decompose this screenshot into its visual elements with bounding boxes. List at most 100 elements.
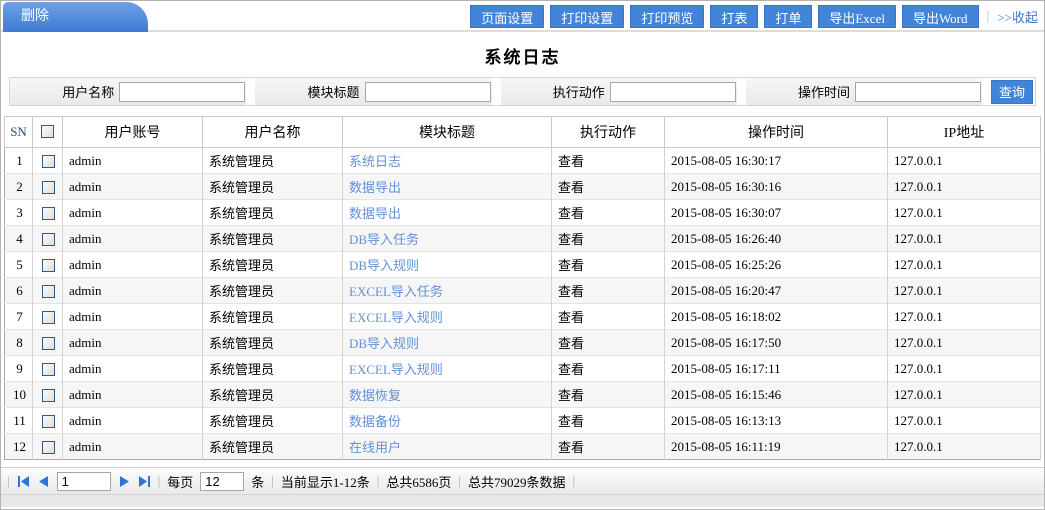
- column-header-account: 用户账号: [63, 117, 203, 148]
- page-setup-button[interactable]: 页面设置: [470, 5, 544, 28]
- row-ip: 127.0.0.1: [888, 408, 1041, 434]
- table-row: 11 admin 系统管理员 数据备份 查看 2015-08-05 16:13:…: [5, 408, 1041, 434]
- row-action: 查看: [552, 174, 665, 200]
- row-account: admin: [63, 434, 203, 460]
- row-sn: 12: [5, 434, 33, 460]
- pager-divider: |: [158, 473, 161, 489]
- row-sn: 5: [5, 252, 33, 278]
- row-ip: 127.0.0.1: [888, 356, 1041, 382]
- print-sheet-button[interactable]: 打单: [764, 5, 812, 28]
- row-select-cell: [33, 382, 63, 408]
- row-module-link[interactable]: EXCEL导入任务: [349, 284, 443, 299]
- row-module-link[interactable]: DB导入任务: [349, 232, 419, 247]
- row-module-link[interactable]: 数据导出: [349, 180, 401, 195]
- row-name: 系统管理员: [203, 408, 343, 434]
- row-ip: 127.0.0.1: [888, 252, 1041, 278]
- row-module-cell: 数据恢复: [343, 382, 552, 408]
- per-page-unit: 条: [251, 472, 264, 491]
- row-account: admin: [63, 226, 203, 252]
- pager-divider: |: [7, 473, 10, 489]
- print-setup-button[interactable]: 打印设置: [550, 5, 624, 28]
- select-all-header: [33, 117, 63, 148]
- next-page-icon[interactable]: [118, 475, 131, 488]
- time-filter-label: 操作时间: [798, 82, 855, 101]
- page-number-input[interactable]: [57, 472, 111, 491]
- search-button[interactable]: 查询: [991, 80, 1033, 104]
- row-module-cell: 数据导出: [343, 174, 552, 200]
- per-page-input[interactable]: [200, 472, 244, 491]
- table-row: 12 admin 系统管理员 在线用户 查看 2015-08-05 16:11:…: [5, 434, 1041, 460]
- toolbar-divider: |: [987, 9, 990, 25]
- row-module-link[interactable]: DB导入规则: [349, 336, 419, 351]
- row-action: 查看: [552, 252, 665, 278]
- row-checkbox[interactable]: [42, 233, 55, 246]
- column-header-action: 执行动作: [552, 117, 665, 148]
- row-ip: 127.0.0.1: [888, 174, 1041, 200]
- row-module-link[interactable]: 数据导出: [349, 206, 401, 221]
- current-range-text: 当前显示1-12条: [281, 472, 370, 491]
- row-module-link[interactable]: 数据恢复: [349, 388, 401, 403]
- row-module-cell: 在线用户: [343, 434, 552, 460]
- row-checkbox[interactable]: [42, 155, 55, 168]
- row-account: admin: [63, 356, 203, 382]
- collapse-link[interactable]: >>收起: [997, 7, 1038, 26]
- row-select-cell: [33, 408, 63, 434]
- row-select-cell: [33, 330, 63, 356]
- row-checkbox[interactable]: [42, 285, 55, 298]
- delete-tab-label: 删除: [21, 9, 49, 24]
- table-row: 9 admin 系统管理员 EXCEL导入规则 查看 2015-08-05 16…: [5, 356, 1041, 382]
- row-sn: 11: [5, 408, 33, 434]
- row-module-link[interactable]: DB导入规则: [349, 258, 419, 273]
- row-account: admin: [63, 174, 203, 200]
- table-row: 5 admin 系统管理员 DB导入规则 查看 2015-08-05 16:25…: [5, 252, 1041, 278]
- row-checkbox[interactable]: [42, 363, 55, 376]
- time-filter-input[interactable]: [855, 82, 981, 102]
- row-time: 2015-08-05 16:18:02: [665, 304, 888, 330]
- row-checkbox[interactable]: [42, 311, 55, 324]
- action-filter-input[interactable]: [610, 82, 736, 102]
- first-page-icon[interactable]: [17, 475, 30, 488]
- table-row: 1 admin 系统管理员 系统日志 查看 2015-08-05 16:30:1…: [5, 148, 1041, 174]
- row-time: 2015-08-05 16:13:13: [665, 408, 888, 434]
- print-table-button[interactable]: 打表: [710, 5, 758, 28]
- prev-page-icon[interactable]: [37, 475, 50, 488]
- table-row: 2 admin 系统管理员 数据导出 查看 2015-08-05 16:30:1…: [5, 174, 1041, 200]
- row-checkbox[interactable]: [42, 441, 55, 454]
- row-time: 2015-08-05 16:15:46: [665, 382, 888, 408]
- select-all-checkbox[interactable]: [41, 125, 54, 138]
- row-module-cell: EXCEL导入规则: [343, 304, 552, 330]
- row-time: 2015-08-05 16:30:16: [665, 174, 888, 200]
- export-excel-button[interactable]: 导出Excel: [818, 5, 896, 28]
- row-module-link[interactable]: 数据备份: [349, 414, 401, 429]
- row-select-cell: [33, 252, 63, 278]
- row-time: 2015-08-05 16:25:26: [665, 252, 888, 278]
- row-time: 2015-08-05 16:11:19: [665, 434, 888, 460]
- row-checkbox[interactable]: [42, 207, 55, 220]
- row-module-link[interactable]: EXCEL导入规则: [349, 310, 443, 325]
- row-checkbox[interactable]: [42, 337, 55, 350]
- table-row: 3 admin 系统管理员 数据导出 查看 2015-08-05 16:30:0…: [5, 200, 1041, 226]
- row-checkbox[interactable]: [42, 389, 55, 402]
- module-filter-input[interactable]: [365, 82, 491, 102]
- last-page-icon[interactable]: [138, 475, 151, 488]
- row-module-link[interactable]: EXCEL导入规则: [349, 362, 443, 377]
- row-select-cell: [33, 174, 63, 200]
- row-account: admin: [63, 330, 203, 356]
- row-time: 2015-08-05 16:20:47: [665, 278, 888, 304]
- username-filter-input[interactable]: [119, 82, 245, 102]
- row-module-cell: 数据备份: [343, 408, 552, 434]
- row-time: 2015-08-05 16:30:07: [665, 200, 888, 226]
- row-module-link[interactable]: 在线用户: [349, 440, 401, 455]
- row-module-link[interactable]: 系统日志: [349, 154, 401, 169]
- row-checkbox[interactable]: [42, 181, 55, 194]
- row-name: 系统管理员: [203, 148, 343, 174]
- row-action: 查看: [552, 408, 665, 434]
- row-sn: 9: [5, 356, 33, 382]
- delete-tab[interactable]: 删除: [3, 2, 148, 32]
- row-module-cell: EXCEL导入规则: [343, 356, 552, 382]
- row-checkbox[interactable]: [42, 415, 55, 428]
- row-ip: 127.0.0.1: [888, 330, 1041, 356]
- row-checkbox[interactable]: [42, 259, 55, 272]
- print-preview-button[interactable]: 打印预览: [630, 5, 704, 28]
- export-word-button[interactable]: 导出Word: [902, 5, 979, 28]
